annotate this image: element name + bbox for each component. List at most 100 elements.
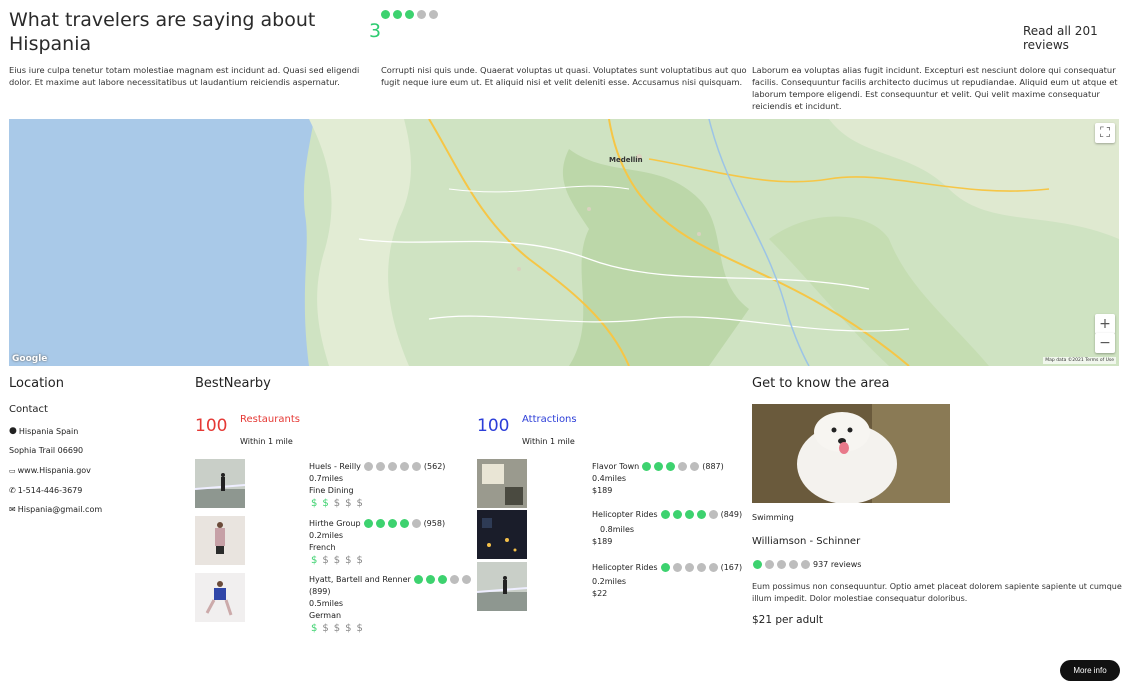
rating-dot-empty xyxy=(411,519,421,528)
contact-email[interactable]: Hispania@gmail.com xyxy=(18,505,102,514)
map-pin-icon: ● xyxy=(9,426,17,436)
price-level: $$$$$ xyxy=(311,498,368,509)
restaurant-name[interactable]: Huels - Reilly xyxy=(309,462,361,471)
rating-dot-filled xyxy=(363,519,373,528)
fullscreen-icon[interactable]: ⛶ xyxy=(1095,123,1115,143)
price-dollar-sign: $ xyxy=(322,555,334,566)
rating-dot-filled xyxy=(672,510,682,519)
rating-dot-empty xyxy=(461,575,471,584)
rating-dot-filled xyxy=(399,519,409,528)
overall-score: 3 xyxy=(369,20,382,42)
read-all-reviews-link[interactable]: Read all 201 reviews xyxy=(1023,24,1131,52)
rating-dot-empty xyxy=(429,10,438,19)
contact-phone-row[interactable]: ✆ 1-514-446-3679 xyxy=(9,486,82,495)
rating-dot-empty xyxy=(411,462,421,471)
attraction-reviews: (167) xyxy=(720,563,743,572)
attraction-rating-dots xyxy=(660,563,718,572)
location-title: Location xyxy=(9,376,64,391)
reviews-heading: What travelers are saying about Hispania xyxy=(9,9,316,55)
area-photo[interactable] xyxy=(752,404,950,503)
rating-dot-empty xyxy=(708,563,718,572)
rating-dot-filled xyxy=(437,575,447,584)
price-dollar-sign: $ xyxy=(345,498,357,509)
contact-title: Contact xyxy=(9,404,48,415)
restaurant-item[interactable]: Hirthe Group (958) xyxy=(309,519,445,528)
map-city-label: Medellin xyxy=(609,156,643,164)
rating-dot-empty xyxy=(765,560,774,569)
restaurant-distance: 0.5miles xyxy=(309,599,344,608)
restaurants-label[interactable]: Restaurants xyxy=(240,414,300,425)
rating-dot-empty xyxy=(678,462,688,471)
attraction-thumbnail[interactable] xyxy=(477,459,527,508)
rating-dot-empty xyxy=(363,462,373,471)
zoom-in-button[interactable]: + xyxy=(1095,314,1115,334)
restaurant-item[interactable]: Hyatt, Bartell and Renner xyxy=(309,575,471,584)
rating-dot-filled xyxy=(753,560,762,569)
rating-dot-filled xyxy=(654,462,664,471)
attractions-count: 100 xyxy=(477,416,510,436)
restaurant-rating-dots xyxy=(363,519,421,528)
rating-dot-filled xyxy=(393,10,402,19)
rating-dot-filled xyxy=(684,510,694,519)
rating-dot-filled xyxy=(425,575,435,584)
attraction-name[interactable]: Flavor Town xyxy=(592,462,639,471)
attraction-rating-dots xyxy=(642,462,700,471)
rating-dot-empty xyxy=(672,563,682,572)
review-snippet: Eius iure culpa tenetur totam molestiae … xyxy=(9,65,360,87)
rating-dot-filled xyxy=(381,10,390,19)
restaurant-item[interactable]: Huels - Reilly (562) xyxy=(309,462,445,471)
map-attribution[interactable]: Map data ©2021 Terms of Use xyxy=(1043,357,1116,364)
restaurant-name[interactable]: Hirthe Group xyxy=(309,519,361,528)
attraction-thumbnail[interactable] xyxy=(477,510,527,559)
attraction-item[interactable]: Helicopter Rides (849) xyxy=(592,510,742,519)
area-description: Eum possimus non consequuntur. Optio ame… xyxy=(752,582,1122,603)
price-dollar-sign: $ xyxy=(311,498,323,509)
attraction-name[interactable]: Helicopter Rides xyxy=(592,563,658,572)
review-snippet: Laborum ea voluptas alias fugit incidunt… xyxy=(752,65,1118,111)
rating-dot-empty xyxy=(684,563,694,572)
restaurant-rating-dots xyxy=(363,462,421,471)
price-dollar-sign: $ xyxy=(345,555,357,566)
attractions-label[interactable]: Attractions xyxy=(522,414,577,425)
attraction-item[interactable]: Helicopter Rides (167) xyxy=(592,563,742,572)
restaurant-thumbnail[interactable] xyxy=(195,573,245,622)
google-logo: Google xyxy=(12,354,48,364)
price-dollar-sign: $ xyxy=(311,623,323,634)
rating-dot-empty xyxy=(417,10,426,19)
phone-icon: ✆ xyxy=(9,486,16,495)
attraction-price: $189 xyxy=(592,537,613,546)
area-title: Get to know the area xyxy=(752,376,890,391)
rating-dot-empty xyxy=(708,510,718,519)
restaurant-thumbnail[interactable] xyxy=(195,516,245,565)
attraction-price: $22 xyxy=(592,589,608,598)
restaurant-name[interactable]: Hyatt, Bartell and Renner xyxy=(309,575,411,584)
more-info-button[interactable]: More info xyxy=(1060,660,1120,681)
rating-dot-empty xyxy=(375,462,385,471)
area-reviews[interactable]: 937 reviews xyxy=(813,560,861,569)
area-map[interactable]: Medellin ⛶ + − Google Map data ©2021 Ter… xyxy=(9,119,1119,366)
area-place-name[interactable]: Williamson - Schinner xyxy=(752,536,860,547)
contact-website[interactable]: www.Hispania.gov xyxy=(18,466,91,475)
area-rating-row: 937 reviews xyxy=(753,560,861,569)
rating-dot-empty xyxy=(801,560,810,569)
best-nearby-title: BestNearby xyxy=(195,376,271,391)
rating-dot-filled xyxy=(642,462,652,471)
contact-website-row[interactable]: ▭ www.Hispania.gov xyxy=(9,466,91,475)
attraction-thumbnail[interactable] xyxy=(476,562,528,611)
contact-email-row[interactable]: ✉ Hispania@gmail.com xyxy=(9,505,102,514)
price-dollar-sign: $ xyxy=(356,555,368,566)
attraction-distance: 0.2miles xyxy=(592,577,627,586)
attraction-price: $189 xyxy=(592,486,613,495)
price-level: $$$$$ xyxy=(311,555,368,566)
area-price: $21 per adult xyxy=(752,614,823,626)
attraction-item[interactable]: Flavor Town (887) xyxy=(592,462,724,471)
attraction-name[interactable]: Helicopter Rides xyxy=(592,510,658,519)
restaurant-thumbnail[interactable] xyxy=(194,459,246,508)
price-dollar-sign: $ xyxy=(311,555,323,566)
rating-dot-empty xyxy=(789,560,798,569)
rating-dot-empty xyxy=(690,462,700,471)
zoom-out-button[interactable]: − xyxy=(1095,333,1115,353)
rating-dot-empty xyxy=(449,575,459,584)
contact-phone[interactable]: 1-514-446-3679 xyxy=(18,486,83,495)
restaurant-rating-dots xyxy=(413,575,471,584)
